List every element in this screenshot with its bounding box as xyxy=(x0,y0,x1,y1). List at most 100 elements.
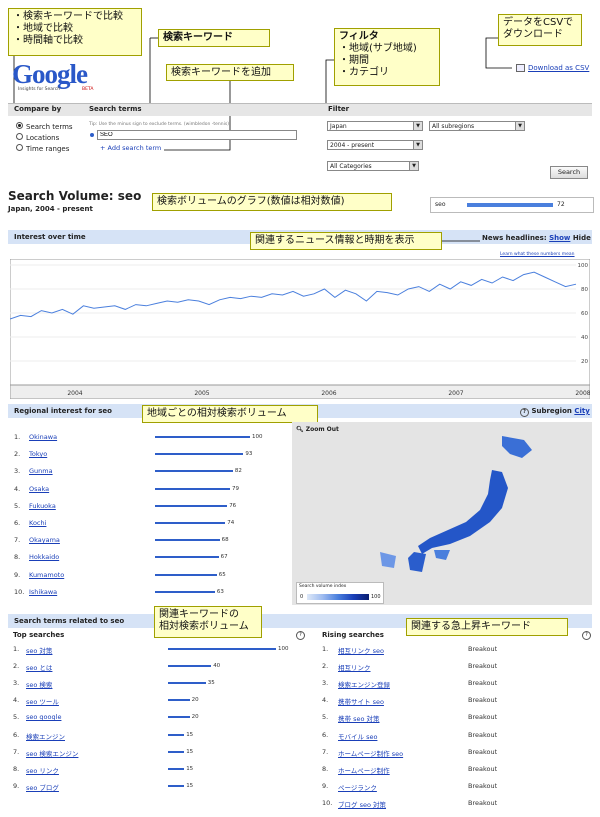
rising-term-link[interactable]: ページランク xyxy=(338,782,377,792)
rising-rank: 1. xyxy=(322,645,329,653)
search-term-input[interactable] xyxy=(97,130,297,140)
region-value: 68 xyxy=(221,537,229,544)
annotation-related-line: 相対検索ボリューム xyxy=(159,621,249,632)
interest-chart: 20 40 60 80 100 2004 2005 2006 2007 2008 xyxy=(10,259,590,399)
top-term-link[interactable]: seo リンク xyxy=(26,765,59,775)
region-rank: 4. xyxy=(14,484,21,493)
spreadsheet-icon xyxy=(516,64,525,72)
region-value: 65 xyxy=(218,571,226,578)
rising-term-link[interactable]: ブログ seo 対策 xyxy=(338,799,386,809)
news-label: News headlines: xyxy=(482,234,547,242)
region-rank: 8. xyxy=(14,553,21,562)
top-rank: 9. xyxy=(13,781,20,790)
search-tip: Tip: Use the minus sign to exclude terms… xyxy=(89,122,229,127)
annotation-related: 関連キーワードの 相対検索ボリューム xyxy=(154,606,262,638)
region-link[interactable]: Tokyo xyxy=(29,450,47,458)
region-rank: 2. xyxy=(14,450,21,459)
top-bar xyxy=(168,682,206,685)
top-term-link[interactable]: seo とは xyxy=(26,662,52,672)
news-hide-link[interactable]: Hide xyxy=(573,234,591,242)
search-button[interactable]: Search xyxy=(550,166,588,179)
map-legend-max: 100 xyxy=(371,594,381,600)
chevron-down-icon: ▼ xyxy=(515,122,524,130)
rising-term-link[interactable]: 携帯サイト seo xyxy=(338,696,384,706)
legend-bar xyxy=(467,203,553,207)
region-link[interactable]: Okinawa xyxy=(29,433,57,441)
search-term-bullet xyxy=(90,133,94,137)
rising-value: Breakout xyxy=(468,730,498,739)
rising-term-link[interactable]: 検索エンジン登録 xyxy=(338,679,390,689)
google-logo[interactable]: Google Insights for Search BETA xyxy=(12,60,112,96)
compare-options: Search terms Locations Time ranges xyxy=(16,122,73,155)
top-value: 40 xyxy=(213,663,221,670)
category-select[interactable]: All Categories ▼ xyxy=(327,161,419,171)
radio-icon xyxy=(16,144,23,151)
rising-term-link[interactable]: 携帯 seo 対策 xyxy=(338,713,380,723)
region-bar xyxy=(155,522,226,524)
x-tick-label: 2006 xyxy=(321,390,336,397)
region-link[interactable]: Ishikawa xyxy=(29,588,57,596)
region-link[interactable]: Kumamoto xyxy=(29,571,64,579)
rising-value: Breakout xyxy=(468,747,498,756)
rising-term-link[interactable]: モバイル seo xyxy=(338,731,377,741)
learn-numbers-link[interactable]: Learn what these numbers mean xyxy=(500,252,575,257)
top-term-link[interactable]: seo 検索エンジン xyxy=(26,748,78,758)
top-value: 15 xyxy=(186,748,194,755)
top-term-link[interactable]: seo google xyxy=(26,713,61,721)
rising-value: Breakout xyxy=(468,781,498,790)
region-value: 63 xyxy=(216,588,224,595)
region-bar xyxy=(155,487,231,490)
rising-value: Breakout xyxy=(468,645,498,653)
logo-subtitle: Insights for Search xyxy=(18,87,61,92)
rising-term-link[interactable]: ホームページ制作 xyxy=(338,765,390,775)
region-bar xyxy=(155,504,228,507)
category-select-value: All Categories xyxy=(330,163,372,170)
logo-beta: BETA xyxy=(82,87,94,92)
region-value: 76 xyxy=(229,502,237,509)
rising-rank: 4. xyxy=(322,696,329,705)
compare-option-locations[interactable]: Locations xyxy=(16,133,73,144)
region-link[interactable]: Okayama xyxy=(29,536,60,544)
region-link[interactable]: Fukuoka xyxy=(29,502,56,510)
rising-term-link[interactable]: 相互リンク seo xyxy=(338,645,384,655)
region-link[interactable]: Osaka xyxy=(29,485,49,493)
subregion-city-link[interactable]: City xyxy=(574,407,589,415)
region-rank: 7. xyxy=(14,536,21,545)
region-link[interactable]: Hokkaido xyxy=(29,553,59,561)
region-rank: 6. xyxy=(14,519,21,527)
region-rank: 10. xyxy=(14,587,25,596)
rising-term-link[interactable]: 相互リンク xyxy=(338,662,371,672)
zoom-out-button[interactable]: 🔍︎ Zoom Out xyxy=(296,426,339,433)
subregion-select[interactable]: All subregions ▼ xyxy=(429,121,525,131)
region-bar xyxy=(155,539,220,542)
country-select[interactable]: Japan ▼ xyxy=(327,121,423,131)
top-term-link[interactable]: seo ツール xyxy=(26,696,59,706)
region-link[interactable]: Kochi xyxy=(29,519,46,527)
region-rank: 9. xyxy=(14,570,21,579)
region-rank: 5. xyxy=(14,501,21,510)
download-csv-link[interactable]: Download as CSV xyxy=(516,64,589,72)
top-term-link[interactable]: seo 検索 xyxy=(26,679,52,689)
top-term-link[interactable]: seo 対策 xyxy=(26,645,52,655)
help-icon[interactable]: ? xyxy=(296,631,305,640)
top-bar xyxy=(168,665,212,668)
news-show-link[interactable]: Show xyxy=(549,234,570,242)
compare-option-time-ranges[interactable]: Time ranges xyxy=(16,144,73,155)
add-search-term-link[interactable]: + Add search term xyxy=(100,144,161,152)
rising-term-link[interactable]: ホームページ制作 seo xyxy=(338,748,403,758)
regional-header-label: Regional interest for seo xyxy=(14,407,112,415)
top-bar xyxy=(168,699,190,702)
period-select[interactable]: 2004 - present ▼ xyxy=(327,140,423,150)
help-icon[interactable]: ? xyxy=(582,631,591,640)
interest-header-label: Interest over time xyxy=(14,233,86,241)
top-rank: 8. xyxy=(13,764,20,773)
top-term-link[interactable]: 検索エンジン xyxy=(26,731,65,741)
help-icon[interactable]: ? xyxy=(520,408,529,417)
x-tick-label: 2005 xyxy=(194,390,209,397)
country-select-value: Japan xyxy=(330,123,347,130)
top-bar xyxy=(168,648,276,650)
compare-option-search-terms[interactable]: Search terms xyxy=(16,122,73,133)
region-link[interactable]: Gunma xyxy=(29,467,53,475)
top-searches-label: Top searches xyxy=(13,631,65,639)
top-term-link[interactable]: seo ブログ xyxy=(26,782,59,792)
